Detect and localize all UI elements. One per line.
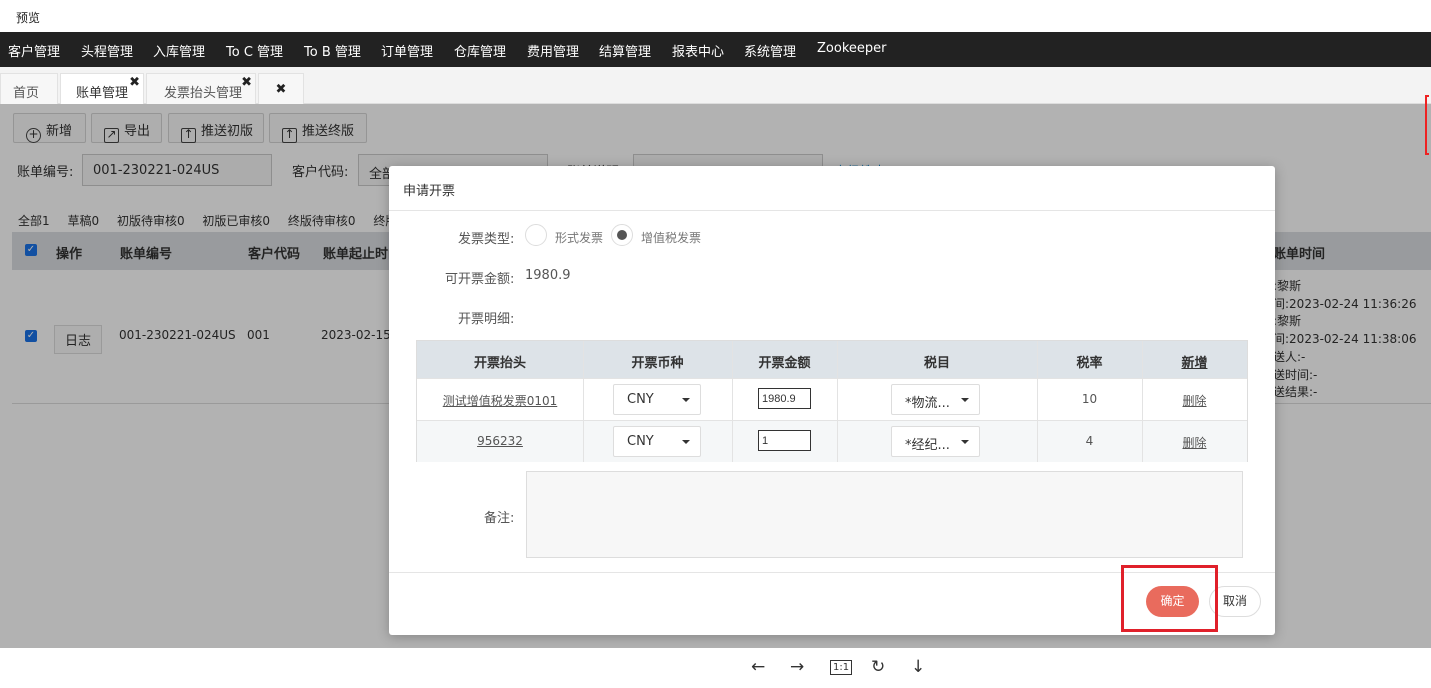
tax-item-value: *经纪... <box>905 438 950 453</box>
chevron-down-icon <box>961 398 969 402</box>
amount-input[interactable] <box>758 388 811 409</box>
dialog-title: 申请开票 <box>403 184 456 199</box>
tab-bill-management[interactable]: 账单管理 ✖ <box>60 73 144 104</box>
col-amount: 开票金额 <box>758 356 811 371</box>
main-menu: 客户管理 头程管理 入库管理 To C 管理 To B 管理 订单管理 仓库管理… <box>0 32 1431 67</box>
col-rate: 税率 <box>1076 356 1103 371</box>
radio-proforma-label: 形式发票 <box>555 231 604 245</box>
tab-invoice-title-management[interactable]: 发票抬头管理 ✖ <box>146 73 256 104</box>
currency-value: CNY <box>627 434 654 449</box>
confirm-highlight-frame <box>1121 565 1218 632</box>
actual-size-icon[interactable]: 1:1 <box>830 660 853 675</box>
row-rate: 10 <box>1081 392 1098 406</box>
table-row: 956232 CNY *经纪... 4 删除 <box>417 420 1247 462</box>
tab-bar: 首页 账单管理 ✖ 发票抬头管理 ✖ ✖ <box>0 67 1431 104</box>
add-row-link[interactable]: 新增 <box>1142 352 1247 371</box>
invoice-detail-table: 开票抬头 开票币种 开票金额 税目 税率 新增 测试增值税发票0101 CNY … <box>416 340 1248 462</box>
divider <box>1142 341 1143 462</box>
window-titlebar: 预览 <box>0 0 1431 32</box>
row-rate: 4 <box>1085 434 1094 448</box>
divider <box>1037 341 1038 462</box>
invoice-type-label: 发票类型: <box>458 232 515 247</box>
menu-item-warehouse[interactable]: 仓库管理 <box>454 41 506 60</box>
arrow-right-icon[interactable]: → <box>790 657 804 677</box>
currency-select[interactable]: CNY <box>613 426 701 457</box>
menu-item-toc[interactable]: To C 管理 <box>226 41 283 60</box>
close-icon[interactable]: ✖ <box>276 82 287 97</box>
table-row: 测试增值税发票0101 CNY *物流... 10 删除 <box>417 378 1247 420</box>
row-title-link[interactable]: 956232 <box>417 434 583 448</box>
menu-item-first-leg[interactable]: 头程管理 <box>81 41 133 60</box>
download-icon[interactable]: ↓ <box>911 657 925 677</box>
divider <box>837 341 838 462</box>
tab-close-all[interactable]: ✖ <box>258 73 304 104</box>
amount-input[interactable] <box>758 430 811 451</box>
menu-item-tob[interactable]: To B 管理 <box>304 41 361 60</box>
delete-row-link[interactable]: 删除 <box>1142 434 1247 451</box>
chevron-down-icon <box>961 440 969 444</box>
amount-label: 可开票金额: <box>445 272 515 287</box>
radio-vat-invoice[interactable] <box>611 224 633 246</box>
detail-label: 开票明细: <box>458 312 515 327</box>
table-header: 开票抬头 开票币种 开票金额 税目 税率 新增 <box>417 341 1247 378</box>
menu-item-orders[interactable]: 订单管理 <box>381 41 433 60</box>
tab-label: 账单管理 <box>76 86 129 101</box>
radio-vat-label: 增值税发票 <box>641 231 702 245</box>
chevron-down-icon <box>682 440 690 444</box>
divider <box>732 341 733 462</box>
menu-item-settlement[interactable]: 结算管理 <box>599 41 651 60</box>
menu-item-customer[interactable]: 客户管理 <box>8 41 60 60</box>
tab-label: 发票抬头管理 <box>164 86 243 101</box>
close-icon[interactable]: ✖ <box>129 75 140 90</box>
tax-item-value: *物流... <box>905 396 950 411</box>
menu-item-zookeeper[interactable]: Zookeeper <box>817 41 886 56</box>
remark-label: 备注: <box>484 511 515 526</box>
menu-item-fees[interactable]: 费用管理 <box>527 41 579 60</box>
chevron-down-icon <box>682 398 690 402</box>
window-title: 预览 <box>16 11 41 25</box>
divider <box>389 210 1275 211</box>
col-title: 开票抬头 <box>473 356 526 371</box>
amount-value: 1980.9 <box>525 268 571 283</box>
currency-select[interactable]: CNY <box>613 384 701 415</box>
tax-item-select[interactable]: *物流... <box>891 384 980 415</box>
delete-row-link[interactable]: 删除 <box>1142 392 1247 409</box>
menu-item-system[interactable]: 系统管理 <box>744 41 796 60</box>
rotate-icon[interactable]: ↻ <box>871 657 885 677</box>
col-tax-item: 税目 <box>923 356 950 371</box>
radio-proforma-invoice[interactable] <box>525 224 547 246</box>
col-currency: 开票币种 <box>631 356 684 371</box>
remark-textarea[interactable] <box>526 471 1243 558</box>
close-icon[interactable]: ✖ <box>241 75 252 90</box>
arrow-left-icon[interactable]: ← <box>751 657 765 677</box>
currency-value: CNY <box>627 392 654 407</box>
tax-item-select[interactable]: *经纪... <box>891 426 980 457</box>
highlight-frame-edge <box>1425 95 1429 155</box>
tab-label: 首页 <box>13 86 40 101</box>
viewer-toolbar: ← → 1:1 ↻ ↓ <box>0 648 1431 688</box>
tab-home[interactable]: 首页 <box>0 73 58 104</box>
row-title-link[interactable]: 测试增值税发票0101 <box>417 392 583 409</box>
menu-item-inbound[interactable]: 入库管理 <box>153 41 205 60</box>
divider <box>583 341 584 462</box>
menu-item-reports[interactable]: 报表中心 <box>672 41 724 60</box>
